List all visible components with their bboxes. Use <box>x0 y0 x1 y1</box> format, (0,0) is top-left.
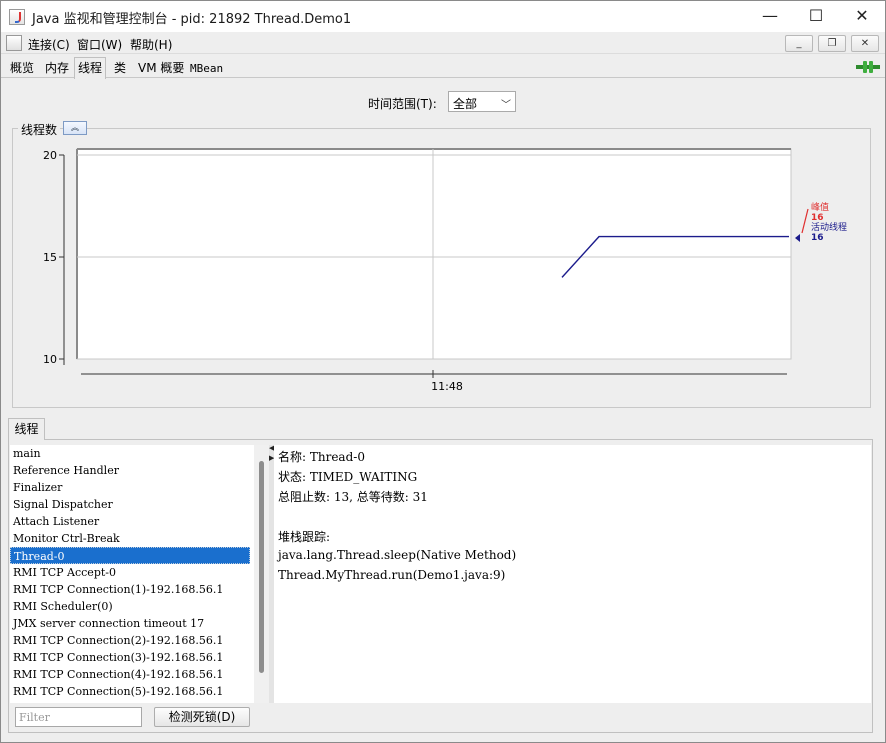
legend-series-value: 16 <box>811 233 824 243</box>
maximize-button[interactable]: ☐ <box>793 1 839 32</box>
thread-list-item[interactable]: RMI TCP Connection(5)-192.168.56.1 <box>10 683 250 700</box>
tab-mbean[interactable]: MBean <box>187 59 226 78</box>
title-bar: Java 监视和管理控制台 - pid: 21892 Thread.Demo1 … <box>1 1 885 32</box>
menu-connection[interactable]: 连接(C) <box>28 36 70 53</box>
time-range-value: 全部 <box>453 97 478 111</box>
thread-counts-line: 总阻止数: 13, 总等待数: 31 <box>278 490 428 504</box>
stack-trace-label: 堆栈跟踪: <box>278 530 331 544</box>
thread-list-item[interactable]: Signal Dispatcher <box>10 496 250 513</box>
internal-minimize-button[interactable]: _ <box>785 35 813 52</box>
legend-series-value: 16 <box>811 213 824 223</box>
chart-title: 线程数 <box>18 121 61 138</box>
tab-threads[interactable]: 线程 <box>74 57 107 79</box>
tab-bar: 概览 内存 线程 类 VM 概要 MBean <box>1 56 885 79</box>
detect-deadlock-button[interactable]: 检测死锁(D) <box>154 707 250 727</box>
close-button[interactable]: ✕ <box>839 1 885 32</box>
chevron-down-icon: ﹀ <box>501 100 511 111</box>
document-icon[interactable] <box>6 35 22 51</box>
y-tick-label: 15 <box>43 251 57 264</box>
plot-area <box>76 148 792 360</box>
collapse-chart-button[interactable]: ︽ <box>63 121 87 135</box>
thread-name-line: 名称: Thread-0 <box>278 450 365 464</box>
stack-frame: java.lang.Thread.sleep(Native Method) <box>278 548 517 562</box>
menu-help[interactable]: 帮助(H) <box>130 36 172 53</box>
thread-details: 名称: Thread-0 状态: TIMED_WAITING 总阻止数: 13,… <box>274 445 871 703</box>
thread-list-item[interactable]: Finalizer <box>10 479 250 496</box>
legend-series-name: 活动线程 <box>811 221 847 233</box>
thread-list-item[interactable]: JMX server connection timeout 17 <box>10 615 250 632</box>
y-tick-label: 20 <box>43 149 57 162</box>
window-title: Java 监视和管理控制台 - pid: 21892 Thread.Demo1 <box>32 12 352 27</box>
thread-list-item[interactable]: RMI TCP Connection(1)-192.168.56.1 <box>10 581 250 598</box>
thread-list-item[interactable]: Attach Listener <box>10 513 250 530</box>
thread-state-line: 状态: TIMED_WAITING <box>278 470 418 484</box>
current-value-marker <box>795 234 800 242</box>
time-range-select[interactable]: 全部 ﹀ <box>448 91 516 112</box>
thread-list-item[interactable]: Thread-0 <box>10 547 250 564</box>
menu-bar: 连接(C) 窗口(W) 帮助(H) _ ❐ ✕ <box>1 32 885 54</box>
thread-list[interactable]: main Reference Handler Finalizer Signal Dis… <box>10 445 254 703</box>
tab-classes[interactable]: 类 <box>111 59 129 78</box>
tab-vm-summary[interactable]: VM 概要 <box>135 59 187 78</box>
thread-list-item[interactable]: main <box>10 445 250 462</box>
tab-overview[interactable]: 概览 <box>7 59 37 78</box>
menu-window[interactable]: 窗口(W) <box>77 36 122 53</box>
thread-list-item[interactable]: RMI TCP Accept-0 <box>10 564 250 581</box>
legend-series-name: 峰值 <box>811 201 829 213</box>
internal-restore-button[interactable]: ❐ <box>818 35 846 52</box>
thread-filter-field[interactable] <box>15 707 142 727</box>
internal-close-button[interactable]: ✕ <box>851 35 879 52</box>
thread-list-item[interactable]: RMI TCP Connection(2)-192.168.56.1 <box>10 632 250 649</box>
peak-indicator-line <box>801 208 809 234</box>
thread-list-item[interactable]: RMI TCP Connection(3)-192.168.56.1 <box>10 649 250 666</box>
thread-list-scrollbar[interactable] <box>254 445 269 703</box>
filter-input[interactable] <box>16 708 141 726</box>
app-window: Java 监视和管理控制台 - pid: 21892 Thread.Demo1 … <box>0 0 886 743</box>
connection-status-icon <box>856 61 880 73</box>
stack-frame: Thread.MyThread.run(Demo1.java:9) <box>278 568 506 582</box>
thread-list-item[interactable]: RMI TCP Connection(4)-192.168.56.1 <box>10 666 250 683</box>
thread-list-item[interactable]: Reference Handler <box>10 462 250 479</box>
thread-count-chart: 101520 11:48 峰值16活动线程16 <box>43 148 847 393</box>
x-tick-label: 11:48 <box>431 380 463 393</box>
tab-memory[interactable]: 内存 <box>42 59 72 78</box>
minimize-button[interactable]: — <box>747 1 793 32</box>
thread-list-item[interactable]: Monitor Ctrl-Break <box>10 530 250 547</box>
threads-section-tab[interactable]: 线程 <box>8 418 45 440</box>
time-range-label: 时间范围(T): <box>368 97 437 111</box>
thread-list-item[interactable]: RMI Scheduler(0) <box>10 598 250 615</box>
scrollbar-thumb[interactable] <box>259 461 264 673</box>
java-app-icon <box>9 9 25 25</box>
y-tick-label: 10 <box>43 353 57 366</box>
